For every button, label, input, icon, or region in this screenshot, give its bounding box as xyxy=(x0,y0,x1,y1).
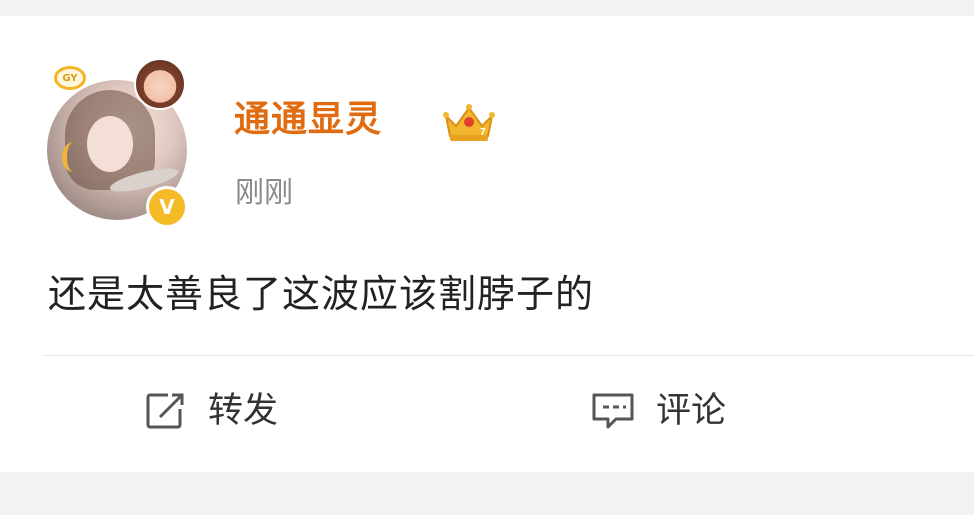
share-edit-icon xyxy=(144,391,188,431)
comment-bubble-icon xyxy=(590,391,636,431)
post-time: 刚刚 xyxy=(235,175,294,209)
avatar-frame-moon-icon xyxy=(62,142,85,172)
avatar-frame-glasses-icon: GY xyxy=(54,66,86,90)
username[interactable]: 通通显灵 xyxy=(234,100,382,140)
avatar[interactable]: GY V xyxy=(42,58,192,228)
divider xyxy=(44,355,974,356)
crown-icon[interactable]: 7 xyxy=(442,102,496,144)
comment-button[interactable]: 评论 xyxy=(590,386,726,436)
repost-button[interactable]: 转发 xyxy=(144,386,278,436)
top-gap xyxy=(0,0,974,16)
avatar-frame-chibi-icon xyxy=(134,58,186,110)
verified-badge-icon: V xyxy=(146,186,188,228)
svg-text:7: 7 xyxy=(480,127,486,138)
repost-label: 转发 xyxy=(208,391,279,431)
comment-label: 评论 xyxy=(656,391,727,431)
post-content: 还是太善良了这波应该割脖子的 xyxy=(48,272,595,316)
